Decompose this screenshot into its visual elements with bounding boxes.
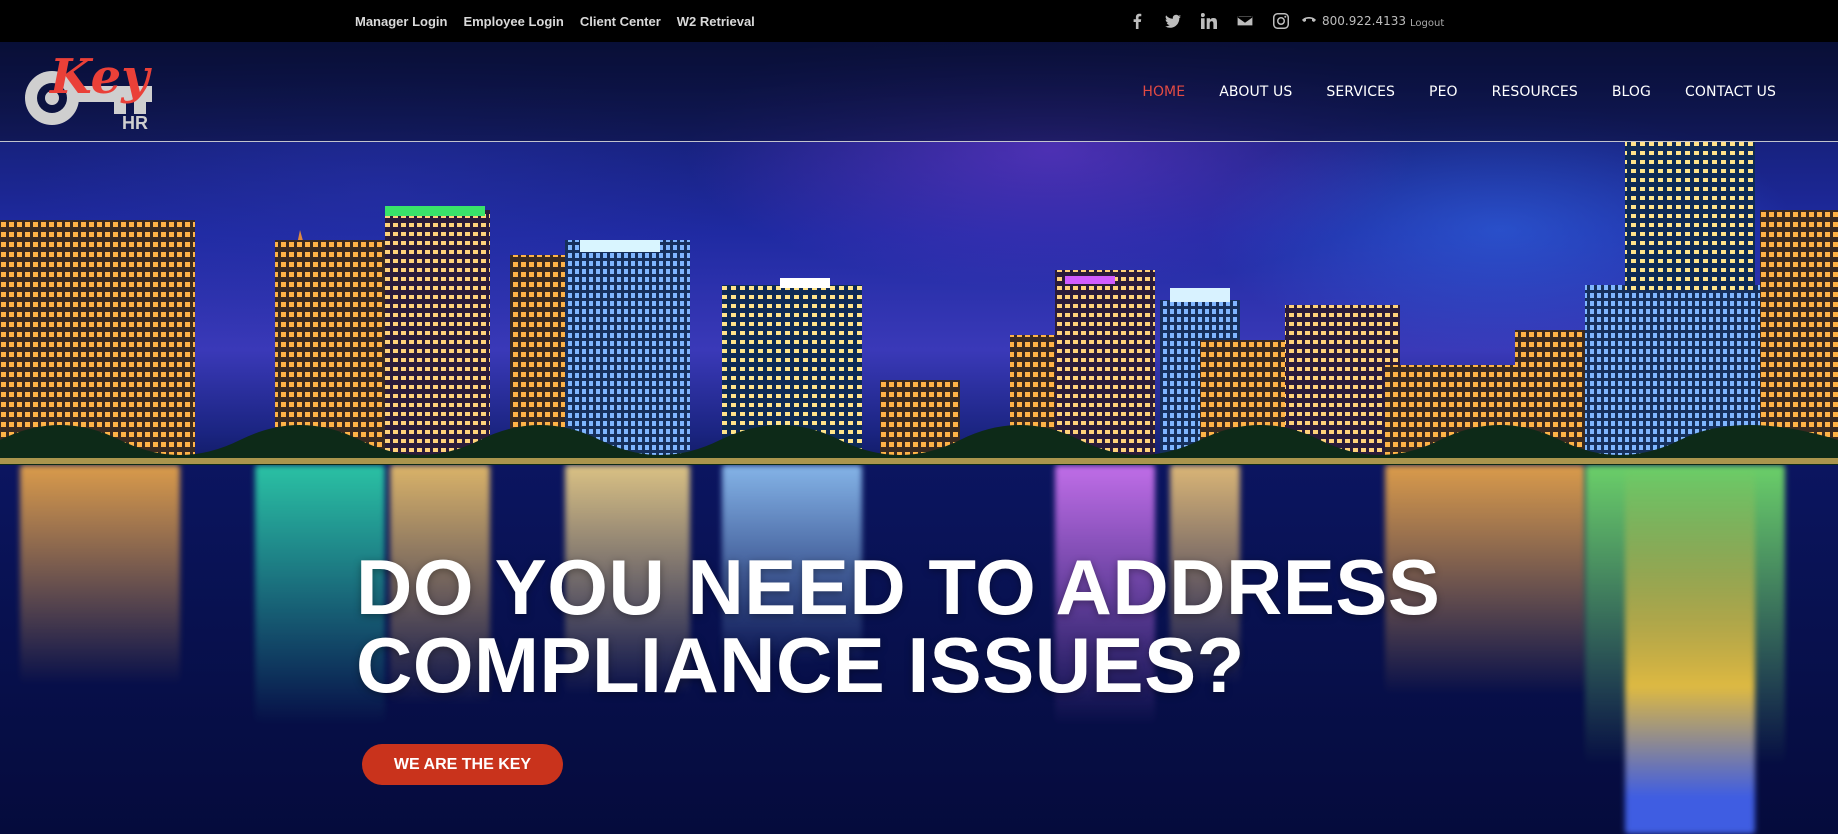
logo-key-text: Key [48, 49, 152, 105]
city-skyline-image [0, 140, 1838, 480]
nav-about-us[interactable]: ABOUT US [1219, 84, 1292, 100]
manager-login-link[interactable]: Manager Login [355, 14, 447, 29]
w2-retrieval-link[interactable]: W2 Retrieval [677, 14, 755, 29]
phone-icon [1302, 17, 1316, 22]
instagram-icon[interactable] [1270, 10, 1292, 32]
we-are-the-key-button[interactable]: WE ARE THE KEY [362, 744, 563, 785]
hero-headline-line-1: DO YOU NEED TO ADDRESS [356, 543, 1441, 631]
nav-home[interactable]: HOME [1142, 84, 1185, 100]
phone-number: 800.922.4133 [1322, 14, 1406, 28]
keyhr-logo[interactable]: Key HR [22, 48, 157, 138]
hero-headline: DO YOU NEED TO ADDRESS COMPLIANCE ISSUES… [356, 548, 1440, 704]
logout-link[interactable]: Logout [1410, 18, 1444, 29]
hero-headline-line-2: COMPLIANCE ISSUES? [356, 621, 1245, 709]
facebook-icon[interactable] [1126, 10, 1148, 32]
linkedin-icon[interactable] [1198, 10, 1220, 32]
top-utility-bar: Manager Login Employee Login Client Cent… [0, 0, 1838, 42]
site-header: Key HR HOME ABOUT US SERVICES PEO RESOUR… [0, 42, 1838, 142]
social-links [1126, 0, 1292, 42]
phone-contact[interactable]: 800.922.4133 [1302, 0, 1406, 42]
portal-links: Manager Login Employee Login Client Cent… [355, 0, 755, 42]
logo-hr-text: HR [122, 113, 148, 133]
nav-resources[interactable]: RESOURCES [1492, 84, 1578, 100]
client-center-link[interactable]: Client Center [580, 14, 661, 29]
nav-contact-us[interactable]: CONTACT US [1685, 84, 1776, 100]
main-navigation: HOME ABOUT US SERVICES PEO RESOURCES BLO… [1142, 42, 1776, 142]
email-icon[interactable] [1234, 10, 1256, 32]
nav-peo[interactable]: PEO [1429, 84, 1458, 100]
employee-login-link[interactable]: Employee Login [463, 14, 563, 29]
nav-blog[interactable]: BLOG [1612, 84, 1651, 100]
twitter-icon[interactable] [1162, 10, 1184, 32]
nav-services[interactable]: SERVICES [1326, 84, 1395, 100]
